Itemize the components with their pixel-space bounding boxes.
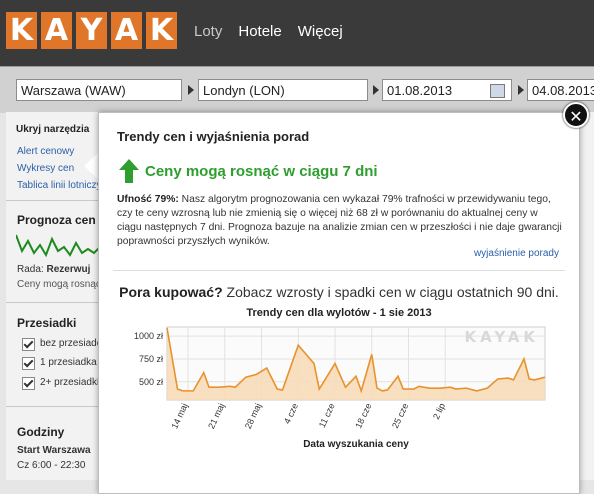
logo-letter: Y xyxy=(76,12,107,49)
price-alert-link[interactable]: Alert cenowy xyxy=(17,146,74,157)
results-strip xyxy=(578,112,594,480)
chart-watermark: KAYAK xyxy=(465,328,539,346)
main-nav: Loty Hotele Więcej xyxy=(194,23,343,40)
buy-question-text: Zobacz wzrosty i spadki cen w ciągu osta… xyxy=(222,284,559,300)
forecast-sparkline xyxy=(16,234,100,258)
stops-2-label: 2+ przesiadki xyxy=(40,377,100,388)
y-tick-label: 1000 zł xyxy=(134,331,163,341)
time-range: Cz 6:00 - 22:30 xyxy=(17,460,86,471)
price-trend-popup: Trendy cen i wyjaśnienia porad Ceny mogą… xyxy=(98,112,580,494)
up-arrow-icon xyxy=(119,159,139,183)
x-tick-label: 11 cze xyxy=(317,402,337,430)
y-tick-label: 500 zł xyxy=(139,377,163,387)
explanation-text: Nasz algorytm prognozowania cen wykazał … xyxy=(117,194,562,247)
divider xyxy=(6,406,100,407)
divider xyxy=(113,270,565,271)
return-date-field[interactable]: 04.08.2013 xyxy=(527,79,594,101)
nav-more[interactable]: Więcej xyxy=(298,23,343,40)
x-tick-label: 21 maj xyxy=(206,402,226,431)
popup-title: Trendy cen i wyjaśnienia porad xyxy=(117,129,310,144)
stops-1-label: 1 przesiadka xyxy=(40,357,97,368)
price-charts-link[interactable]: Wykresy cen xyxy=(17,163,74,174)
advice-value: Rezerwuj xyxy=(46,264,91,275)
forecast-explanation: Ufność 79%: Nasz algorytm prognozowania … xyxy=(117,193,565,249)
advice-label: Rada: Rezerwuj xyxy=(17,264,90,275)
x-tick-label: 4 cze xyxy=(282,402,300,426)
kayak-logo[interactable]: K A Y A K xyxy=(6,12,177,49)
start-label: Start Warszawa xyxy=(17,445,91,456)
logo-letter: A xyxy=(111,12,142,49)
depart-date-value: 01.08.2013 xyxy=(387,83,453,98)
price-trend-chart: 500 zł 750 zł 1000 zł 14 maj 21 maj 28 maj 4 c… xyxy=(134,326,546,450)
close-icon[interactable]: ✕ xyxy=(563,102,589,128)
nav-hotels[interactable]: Hotele xyxy=(238,23,281,40)
x-tick-label: 14 maj xyxy=(169,402,189,431)
trend-headline: Ceny mogą rosnąć w ciągu 7 dni xyxy=(119,159,378,183)
confidence-label: Ufność 79%: xyxy=(117,194,179,205)
depart-date-field[interactable]: 01.08.2013 xyxy=(382,79,512,101)
origin-field[interactable]: Warszawa (WAW) xyxy=(16,79,182,101)
popup-pointer xyxy=(84,152,99,180)
stops-0-checkbox[interactable] xyxy=(22,338,35,351)
stops-2-checkbox[interactable] xyxy=(22,377,35,390)
arrow-right-icon xyxy=(188,85,194,95)
logo-letter: A xyxy=(41,12,72,49)
buy-question: Pora kupować? Zobacz wzrosty i spadki ce… xyxy=(99,284,579,300)
times-title: Godziny xyxy=(17,425,65,439)
trend-text: Ceny mogą rosnąć w ciągu 7 dni xyxy=(145,162,378,180)
forecast-title: Prognoza cen xyxy=(17,213,96,227)
explain-advice-link[interactable]: wyjaśnienie porady xyxy=(474,248,559,259)
stops-1-checkbox[interactable] xyxy=(22,357,35,370)
calendar-icon[interactable] xyxy=(490,84,505,98)
advice-note: Ceny mogą rosnąć xyxy=(17,279,101,290)
x-tick-label: 18 cze xyxy=(353,402,373,430)
divider xyxy=(6,302,100,303)
logo-letter: K xyxy=(146,12,177,49)
nav-flights[interactable]: Loty xyxy=(194,23,222,40)
x-tick-label: 2 lip xyxy=(431,402,447,421)
arrow-right-icon xyxy=(518,85,524,95)
top-bar: K A Y A K Loty Hotele Więcej xyxy=(0,0,594,66)
chart-title: Trendy cen dla wylotów - 1 sie 2013 xyxy=(246,307,432,319)
hide-tools[interactable]: Ukryj narzędzia xyxy=(16,124,89,135)
y-tick-label: 750 zł xyxy=(139,354,163,364)
x-axis-label: Data wyszukania ceny xyxy=(303,439,409,450)
divider xyxy=(6,200,100,201)
destination-field[interactable]: Londyn (LON) xyxy=(198,79,368,101)
x-tick-label: 25 cze xyxy=(390,402,410,430)
arrow-right-icon xyxy=(373,85,379,95)
advice-label-text: Rada: xyxy=(17,264,44,275)
x-tick-label: 28 maj xyxy=(243,402,263,431)
buy-question-title: Pora kupować? xyxy=(119,284,223,300)
stops-title: Przesiadki xyxy=(17,316,77,330)
search-bar: Warszawa (WAW) Londyn (LON) 01.08.2013 0… xyxy=(0,66,594,113)
logo-letter: K xyxy=(6,12,37,49)
